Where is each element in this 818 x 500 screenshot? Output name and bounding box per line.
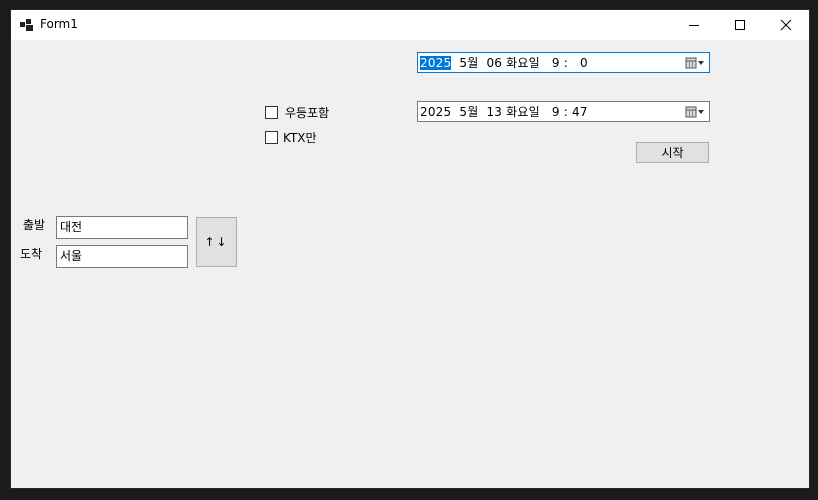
calendar-dropdown-icon xyxy=(685,57,704,68)
minimize-button[interactable] xyxy=(671,10,717,40)
ktx-only-label[interactable]: KTX만 xyxy=(283,129,317,146)
start-datetime-dropdown[interactable] xyxy=(683,53,709,72)
ktx-only-checkbox[interactable]: KTX만 xyxy=(265,129,317,146)
form-client-area: 2025 5월 06 화요일 9 : 0 2025 5월 13 화요일 9 : … xyxy=(11,40,809,488)
app-icon xyxy=(20,19,33,31)
minimize-icon xyxy=(689,25,699,26)
end-datetime-picker[interactable]: 2025 5월 13 화요일 9 : 47 xyxy=(417,101,710,122)
swap-stations-button[interactable]: ↑↓ xyxy=(196,217,237,267)
start-datetime-picker[interactable]: 2025 5월 06 화요일 9 : 0 xyxy=(417,52,710,73)
end-datetime-value[interactable]: 2025 5월 13 화요일 9 : 47 xyxy=(418,103,683,120)
first-class-checkbox-box[interactable] xyxy=(265,106,278,119)
title-bar[interactable]: Form1 xyxy=(11,10,809,40)
close-icon xyxy=(780,19,792,31)
close-button[interactable] xyxy=(763,10,809,40)
start-button[interactable]: 시작 xyxy=(636,142,709,163)
maximize-button[interactable] xyxy=(717,10,763,40)
start-datetime-rest[interactable]: 5월 06 화요일 9 : 0 xyxy=(451,56,588,70)
arrival-input[interactable]: 서울 xyxy=(56,245,188,268)
first-class-checkbox[interactable]: 우등포함 xyxy=(265,104,329,121)
ktx-only-checkbox-box[interactable] xyxy=(265,131,278,144)
start-datetime-value[interactable]: 2025 5월 06 화요일 9 : 0 xyxy=(418,54,683,71)
window-title: Form1 xyxy=(40,17,78,31)
end-datetime-dropdown[interactable] xyxy=(683,102,709,121)
form1-window: Form1 2025 5월 06 화요일 9 : 0 2025 5월 13 화요… xyxy=(10,9,810,489)
first-class-label[interactable]: 우등포함 xyxy=(285,104,329,121)
departure-label: 출발 xyxy=(23,218,46,232)
maximize-icon xyxy=(735,20,745,30)
start-datetime-year[interactable]: 2025 xyxy=(420,56,452,70)
arrival-label: 도착 xyxy=(20,247,43,261)
departure-input[interactable]: 대전 xyxy=(56,216,188,239)
calendar-dropdown-icon xyxy=(685,106,704,117)
